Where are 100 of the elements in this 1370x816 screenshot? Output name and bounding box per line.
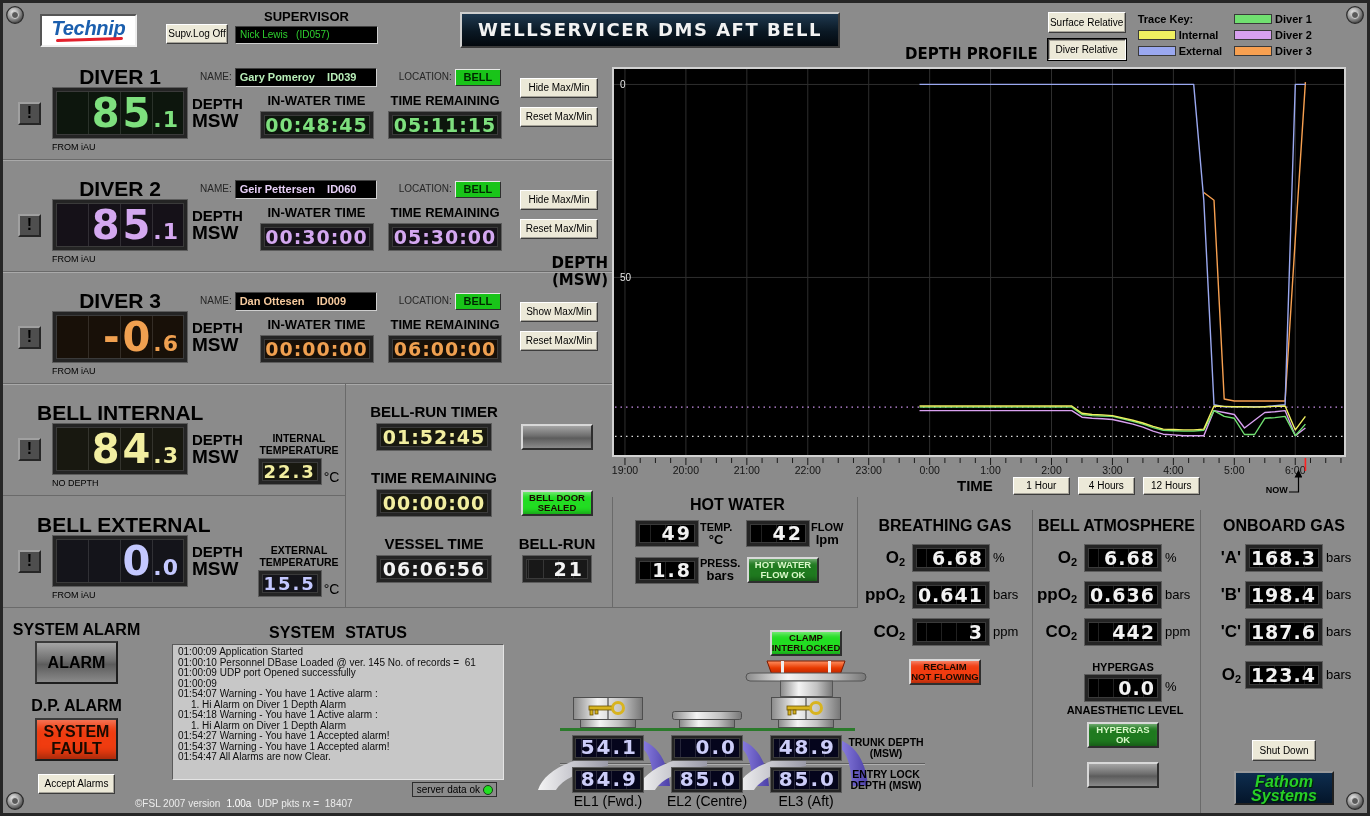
max-min-button[interactable]: Reset Max/Min [520, 219, 598, 239]
legend-label: Diver 3 [1275, 45, 1312, 57]
unit-label: MSW [192, 447, 240, 466]
legend-label: Internal [1178, 29, 1219, 41]
timer-readout: 05:30:00 [389, 224, 501, 250]
timer-label: TIME REMAINING [371, 470, 497, 486]
status-indicator: CLAMP INTERLOCKED [770, 630, 842, 656]
temperature-readout: 22.3 [258, 459, 321, 484]
max-min-button[interactable]: Reset Max/Min [520, 331, 598, 351]
axis-tick-label: 0 [620, 79, 626, 91]
value-readout: 42 [747, 521, 809, 546]
range-button[interactable]: 4 Hours [1077, 477, 1135, 495]
value-readout: 0.636 [1085, 582, 1161, 608]
version-text: 1.00a [226, 797, 252, 811]
unit-label: % [1165, 680, 1178, 694]
name-field: Gary Pomeroy ID039 [234, 67, 377, 87]
range-button[interactable]: 1 Hour [1012, 477, 1070, 495]
counter-label: BELL-RUN [518, 536, 596, 552]
screw-icon [6, 6, 24, 24]
unit-label: bars [1326, 668, 1352, 682]
name-field: Geir Pettersen ID060 [234, 179, 377, 199]
gas-label: 'C' [1219, 623, 1241, 641]
shut-down-button[interactable]: Shut Down [1252, 740, 1316, 761]
axis-tick-label: 0:00 [919, 464, 940, 475]
field-label: LOCATION: [398, 183, 452, 195]
axis-tick-label: 1:00 [980, 464, 1001, 475]
status-indicator: HYPERGAS OK [1087, 722, 1159, 748]
diver-title: DIVER 3 [78, 290, 162, 312]
timer-label: BELL-RUN TIMER [370, 404, 498, 420]
value-readout: 442 [1085, 619, 1161, 645]
unit-label: lpm [815, 532, 839, 546]
timer-readout: 01:52:45 [377, 424, 491, 450]
window-title: WELLSERVICER DMS AFT BELL [460, 12, 840, 48]
field-label: LOCATION: [398, 71, 452, 83]
lock-name: EL2 (Centre) [666, 794, 748, 809]
source-label: FROM iAU [51, 253, 97, 264]
alarm-button[interactable]: ALARM [35, 641, 118, 684]
packet-count-text: UDP pkts rx = 18407 [257, 797, 353, 811]
unit-label: MSW [192, 559, 240, 578]
screw-icon [1346, 6, 1364, 24]
depth-readout: 0.0 [53, 536, 187, 586]
y-axis-title: DEPTH (MSW) [550, 255, 608, 289]
alarm-button[interactable]: SYSTEM FAULT [35, 718, 118, 761]
gas-label: CO$_{2}$ [1044, 623, 1077, 641]
log-line: 01:00:09 Application Started [178, 647, 304, 658]
log-line: 1. Hi Alarm on Diver 1 Depth Alarm [191, 720, 347, 731]
lock-depth-readout: 85.0 [771, 768, 841, 792]
location-indicator: BELL [454, 68, 501, 86]
value-readout: 0.0 [1085, 675, 1161, 701]
temperature-readout: 15.5 [258, 571, 321, 596]
panel-title: BREATHING GAS [877, 518, 1013, 534]
view-toggle-button[interactable]: Surface Relative [1047, 12, 1126, 33]
reading-label: TEMP. [700, 521, 733, 533]
legend-label: Diver 1 [1275, 13, 1312, 25]
status-indicator: HOT WATER FLOW OK [747, 557, 819, 583]
value-readout: 6.68 [913, 545, 989, 571]
legend-label: External [1178, 45, 1223, 57]
depth-label: DEPTH [192, 320, 244, 335]
unit-label: bars [706, 569, 734, 582]
chart-title: DEPTH PROFILE [905, 46, 1038, 62]
gas-label: O$_{2}$ [884, 549, 905, 567]
axis-tick-label: 21:00 [733, 464, 760, 475]
log-off-button[interactable]: Supv.Log Off [166, 24, 228, 44]
reading-label: FLOW [811, 521, 844, 533]
timer-label: IN-WATER TIME [267, 94, 366, 108]
value-readout: 3 [913, 619, 989, 645]
company-logo: Technip [40, 14, 137, 47]
gas-label: 'A' [1219, 549, 1241, 567]
timer-label: VESSEL TIME [384, 536, 484, 552]
timer-label: TIME REMAINING [390, 206, 500, 220]
screw-icon [6, 792, 24, 810]
log-line: 01:54:47 All Alarms are now Clear. [178, 752, 331, 763]
source-label: FROM iAU [51, 589, 97, 600]
max-min-button[interactable]: Hide Max/Min [520, 190, 598, 210]
axis-tick-label: 5:00 [1224, 464, 1245, 475]
max-min-button[interactable]: Show Max/Min [520, 302, 598, 322]
copyright-text: ©FSL 2007 version [135, 797, 221, 811]
unit-label: ppm [1165, 625, 1191, 639]
value-readout: 49 [636, 521, 698, 546]
gas-label: O$_{2}$ [1220, 666, 1241, 684]
max-min-button[interactable]: Hide Max/Min [520, 78, 598, 98]
max-min-button[interactable]: Reset Max/Min [520, 107, 598, 127]
temperature-label: INTERNAL TEMPERATURE [258, 433, 340, 456]
unit-label: bars [1165, 588, 1191, 602]
gas-label: ppO$_{2}$ [1035, 586, 1077, 604]
timer-label: TIME REMAINING [390, 318, 500, 332]
log-line: 01:00:09 UDP port Opened successfully [178, 668, 357, 679]
gauge-title: BELL INTERNAL [36, 402, 205, 424]
depth-label: DEPTH [192, 96, 244, 111]
range-button[interactable]: 12 Hours [1142, 477, 1200, 495]
trunk-depth-label: TRUNK DEPTH (MSW) [847, 736, 925, 760]
legend-title: Trace Key: [1137, 13, 1195, 25]
view-toggle-button[interactable]: Diver Relative [1047, 39, 1126, 60]
axis-tick-label: 3:00 [1102, 464, 1123, 475]
location-indicator: BELL [454, 180, 501, 198]
log-line: 01:00:09 [178, 678, 218, 689]
timer-readout: 06:00:00 [389, 336, 501, 362]
lock-depth-readout: 85.0 [672, 768, 742, 792]
timer-readout: 00:30:00 [260, 224, 373, 250]
accept-alarms-button[interactable]: Accept Alarms [38, 774, 115, 794]
